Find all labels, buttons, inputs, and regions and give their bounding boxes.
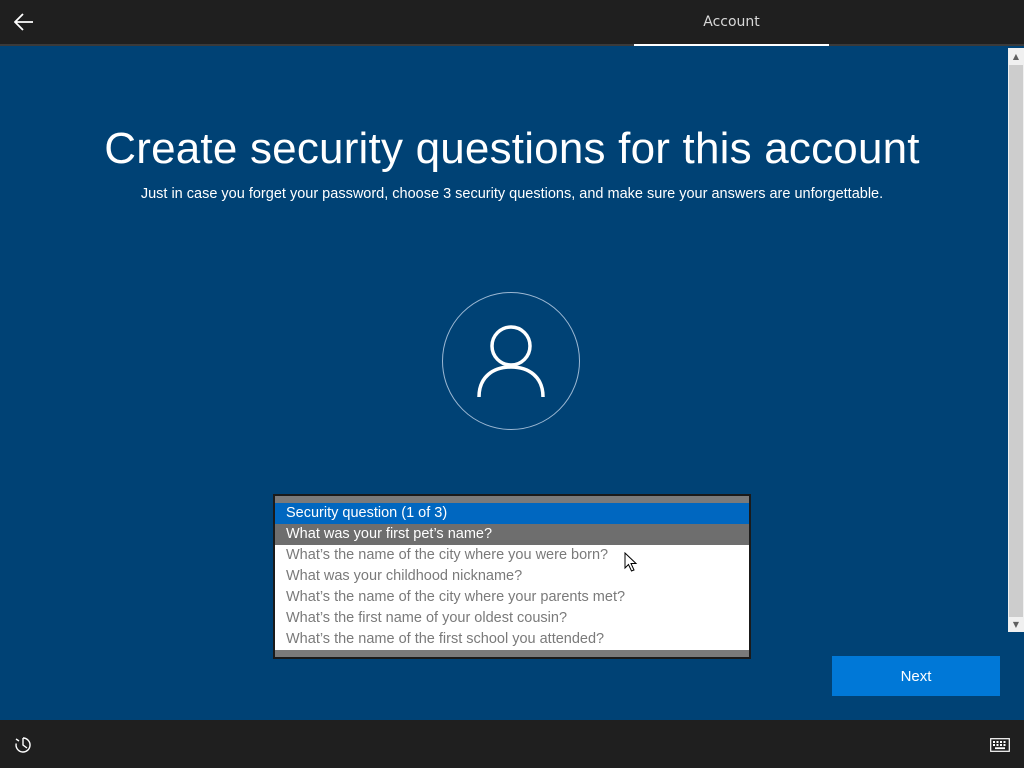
dropdown-top-edge (275, 496, 749, 503)
ease-of-access-icon (15, 737, 31, 753)
keyboard-icon (990, 738, 1010, 752)
dropdown-bottom-edge (275, 650, 749, 657)
dropdown-option[interactable]: What was your childhood nickname? (275, 566, 749, 587)
dropdown-option[interactable]: What’s the name of the city where your p… (275, 587, 749, 608)
back-button[interactable] (8, 6, 40, 38)
dropdown-option[interactable]: What’s the name of the city where you we… (275, 545, 749, 566)
dropdown-option[interactable]: What’s the name of the first school you … (275, 629, 749, 650)
ease-of-access-button[interactable] (12, 734, 34, 756)
next-button[interactable]: Next (832, 656, 1000, 696)
dropdown-option[interactable]: What’s the first name of your oldest cou… (275, 608, 749, 629)
page-subtitle: Just in case you forget your password, c… (140, 186, 884, 202)
scroll-down-icon[interactable]: ▼ (1008, 616, 1024, 632)
dropdown-options: Security question (1 of 3) What was your … (275, 503, 749, 650)
tab-account: Account (634, 0, 829, 46)
page-title: Create security questions for this accou… (104, 124, 920, 173)
arrow-left-icon (14, 13, 33, 31)
dropdown-option[interactable]: Security question (1 of 3) (275, 503, 749, 524)
oobe-screen: Account ▲ ▼ Create security questions fo… (0, 0, 1024, 768)
top-bar: Account (0, 0, 1024, 46)
dropdown-option[interactable]: What was your first pet’s name? (275, 524, 749, 545)
avatar (442, 292, 580, 430)
bottom-bar (0, 720, 1024, 768)
scroll-up-icon[interactable]: ▲ (1008, 48, 1024, 64)
keyboard-button[interactable] (988, 734, 1012, 756)
user-icon (477, 325, 545, 398)
mouse-cursor-icon (624, 552, 638, 572)
security-question-dropdown[interactable]: Security question (1 of 3) What was your … (273, 494, 751, 659)
